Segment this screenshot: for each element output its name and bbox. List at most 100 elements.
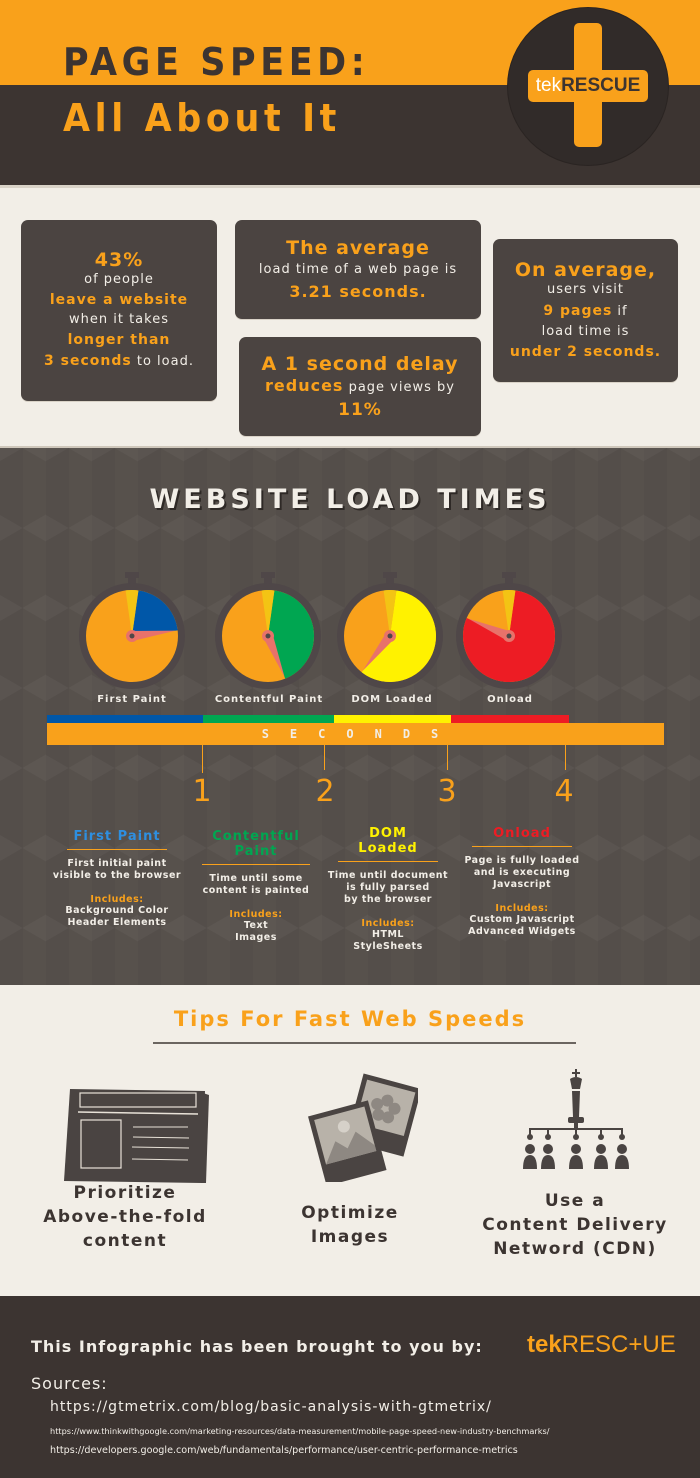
page-title-line2: All About It bbox=[63, 96, 341, 140]
tip-label-cdn: Use a Content Delivery Netword (CDN) bbox=[460, 1189, 690, 1261]
includes-item: Images bbox=[235, 932, 277, 943]
source-link[interactable]: https://developers.google.com/web/fundam… bbox=[50, 1445, 518, 1456]
stat-text: of people bbox=[84, 271, 154, 287]
stat-text: if bbox=[612, 303, 628, 319]
desc-line: by the browser bbox=[344, 894, 432, 905]
stat-card-pages-visited: On average, users visit 9 pages if load … bbox=[493, 239, 678, 382]
seconds-axis-bar: SECONDS bbox=[47, 723, 664, 745]
stat-highlight: under 2 seconds. bbox=[509, 343, 662, 360]
timeline-segment-onload bbox=[451, 715, 569, 723]
timeline-segment-first-paint bbox=[47, 715, 203, 723]
tips-title: Tips For Fast Web Speeds bbox=[173, 1007, 527, 1031]
stopwatch-dom-loaded bbox=[335, 566, 445, 691]
timeline-segment-contentful-paint bbox=[203, 715, 334, 723]
desc-line: is fully parsed bbox=[346, 882, 430, 893]
includes-item: Advanced Widgets bbox=[468, 926, 576, 937]
footer-logo: tekRESC+UE bbox=[527, 1331, 676, 1359]
stopwatch-pin bbox=[265, 633, 271, 639]
includes-item: StyleSheets bbox=[353, 941, 423, 952]
stat-text: load time of a web page is bbox=[258, 261, 458, 277]
sources-label: Sources: bbox=[31, 1374, 108, 1393]
definition-title: DOM Loaded bbox=[338, 826, 438, 862]
includes-label: Includes: bbox=[361, 918, 415, 929]
tip-label-optimize-images: Optimize Images bbox=[265, 1201, 435, 1249]
axis-label: SECONDS bbox=[261, 727, 460, 741]
definition-contentful-paint: Contentful Paint Time until some content … bbox=[181, 829, 331, 944]
stopwatch-crown bbox=[383, 572, 397, 578]
stat-highlight: leave a website bbox=[49, 291, 189, 308]
definition-title: First Paint bbox=[67, 829, 167, 850]
stat-value: 3.21 seconds. bbox=[289, 281, 427, 301]
includes-item: Text bbox=[243, 920, 269, 931]
desc-line: and is executing bbox=[473, 867, 571, 878]
stopwatch-crown bbox=[502, 572, 516, 578]
stat-card-delay: A 1 second delay reduces page views by 1… bbox=[239, 337, 481, 436]
axis-tick-label: 4 bbox=[554, 774, 574, 809]
logo-tek: tek bbox=[535, 75, 562, 96]
person-head-icon bbox=[571, 1144, 581, 1154]
definition-title: Contentful Paint bbox=[202, 829, 310, 865]
tip-label-line: Above-the-fold bbox=[43, 1207, 207, 1227]
person-body-icon bbox=[615, 1155, 629, 1169]
axis-tick-label: 3 bbox=[437, 774, 457, 809]
desc-line: visible to the browser bbox=[52, 870, 182, 881]
stopwatch-pin bbox=[129, 633, 135, 639]
stopwatch-label: Onload bbox=[487, 694, 533, 705]
photos-icon bbox=[308, 1072, 422, 1187]
tip-label-line: Use a bbox=[544, 1191, 606, 1211]
definition-desc: Time until document is fully parsed by the… bbox=[313, 870, 463, 906]
load-times-section: WEBSITE LOAD TIMES First Paint Contentfu… bbox=[0, 446, 700, 985]
footer-logo-rescue: RESC+UE bbox=[561, 1331, 676, 1358]
tip-label-line: Optimize bbox=[301, 1203, 399, 1223]
includes-label: Includes: bbox=[229, 909, 283, 920]
stopwatch-elapsed-wedge bbox=[132, 590, 178, 636]
logo-rescue: RESCUE bbox=[561, 75, 641, 96]
stopwatch-onload bbox=[454, 566, 564, 691]
source-link[interactable]: https://www.thinkwithgoogle.com/marketin… bbox=[50, 1426, 550, 1436]
axis-tick bbox=[324, 742, 325, 770]
definition-title: Onload bbox=[472, 826, 572, 847]
stat-card-leave-website: 43% of people leave a website when it ta… bbox=[21, 220, 217, 401]
desc-line: Javascript bbox=[492, 879, 552, 890]
includes-item: Header Elements bbox=[67, 917, 167, 928]
person-head-icon bbox=[543, 1144, 553, 1154]
includes-label: Includes: bbox=[495, 903, 549, 914]
stat-highlight: longer than bbox=[67, 331, 171, 348]
stopwatch-contentful-paint bbox=[213, 566, 323, 691]
person-body-icon bbox=[541, 1155, 555, 1169]
timeline-segment-dom-loaded bbox=[334, 715, 451, 723]
stat-text: when it takes bbox=[69, 311, 169, 327]
definition-desc: Time until some content is painted bbox=[181, 873, 331, 897]
stat-heading: A 1 second delay bbox=[261, 352, 459, 375]
tip-label-line: content bbox=[82, 1231, 168, 1251]
desc-line: Time until document bbox=[327, 870, 449, 881]
includes-label: Includes: bbox=[90, 894, 144, 905]
person-body-icon bbox=[523, 1155, 537, 1169]
axis-tick bbox=[565, 742, 566, 770]
desc-line: First initial paint bbox=[67, 858, 167, 869]
desc-line: content is painted bbox=[202, 885, 310, 896]
axis-tick-label: 2 bbox=[315, 774, 335, 809]
axis-tick bbox=[202, 745, 203, 773]
header: PAGE SPEED: All About It tek RESCUE bbox=[0, 0, 700, 188]
stat-text: page views by bbox=[343, 379, 455, 395]
tip-label-above-fold: Prioritize Above-the-fold content bbox=[20, 1181, 230, 1253]
source-link[interactable]: https://gtmetrix.com/blog/basic-analysis… bbox=[50, 1399, 492, 1415]
logo-wordmark: tek RESCUE bbox=[528, 70, 648, 102]
credit-text: This Infographic has been brought to you… bbox=[31, 1337, 483, 1356]
section-title: WEBSITE LOAD TIMES bbox=[149, 484, 551, 515]
definition-desc: First initial paint visible to the browse… bbox=[42, 858, 192, 882]
tip-label-line: Prioritize bbox=[73, 1183, 177, 1203]
stopwatch-label: Contentful Paint bbox=[214, 694, 324, 705]
definition-dom-loaded: DOM Loaded Time until document is fully p… bbox=[313, 826, 463, 953]
infographic: PAGE SPEED: All About It tek RESCUE 43% o… bbox=[0, 0, 700, 1478]
stat-card-average-load: The average load time of a web page is 3… bbox=[235, 220, 481, 319]
tips-section: Tips For Fast Web Speeds Prioritize Abov… bbox=[0, 985, 700, 1296]
footer: This Infographic has been brought to you… bbox=[0, 1296, 700, 1478]
definition-desc: Page is fully loaded and is executing Java… bbox=[447, 855, 597, 891]
newspaper-icon bbox=[60, 1087, 210, 1189]
stat-text: load time is bbox=[541, 323, 630, 339]
stat-heading: On average, bbox=[514, 258, 657, 281]
footer-logo-tek: tek bbox=[527, 1331, 562, 1358]
stat-text: users visit bbox=[546, 281, 625, 297]
